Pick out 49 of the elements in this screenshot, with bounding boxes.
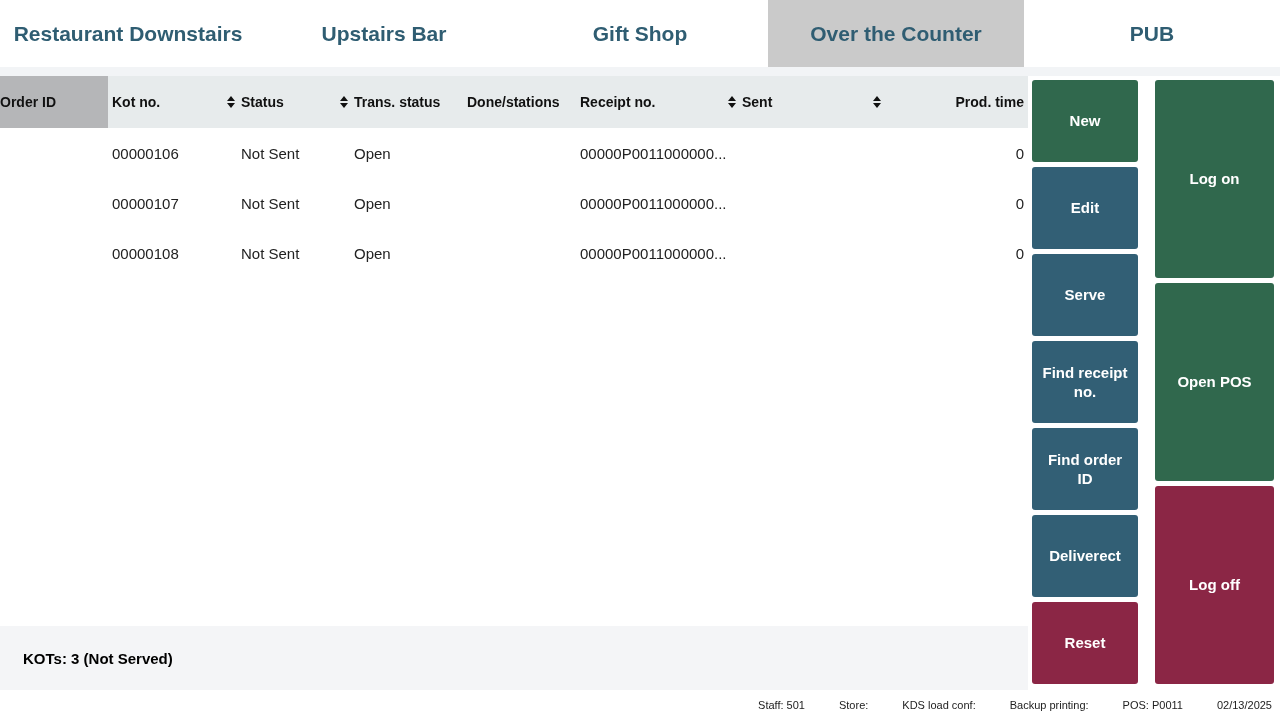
sort-icon[interactable] — [728, 96, 736, 108]
table-cell: 00000106 — [112, 144, 179, 162]
column-header[interactable]: Done/stations — [463, 76, 576, 128]
table-cell: 0 — [1015, 244, 1024, 262]
action-button[interactable]: Reset — [1032, 602, 1138, 684]
action-button[interactable]: Edit — [1032, 167, 1138, 249]
tab[interactable]: Upstairs Bar — [256, 0, 512, 67]
table-cell: 00000P0011000000... — [580, 144, 727, 162]
status-item: Staff: 501 — [758, 699, 805, 711]
table-cell: Not Sent — [241, 144, 300, 162]
column-header[interactable]: Sent — [738, 76, 883, 128]
action-button[interactable]: Find order ID — [1032, 428, 1138, 510]
status-item: POS: P0011 — [1122, 699, 1183, 711]
action-button[interactable]: Find receipt no. — [1032, 341, 1138, 423]
column-header[interactable]: Status — [237, 76, 350, 128]
column-header[interactable]: Prod. time — [883, 76, 1028, 128]
sort-icon[interactable] — [873, 96, 881, 108]
tab[interactable]: Over the Counter — [768, 0, 1024, 67]
tab[interactable]: Gift Shop — [512, 0, 768, 67]
kot-count: KOTs: 3 (Not Served) — [23, 649, 173, 667]
action-button[interactable]: Deliverect — [1032, 515, 1138, 597]
column-header[interactable]: Receipt no. — [576, 76, 738, 128]
table-cell: 00000P0011000000... — [580, 194, 727, 212]
sort-icon[interactable] — [227, 96, 235, 108]
session-button[interactable]: Log on — [1155, 80, 1274, 278]
session-button[interactable]: Open POS — [1155, 283, 1274, 481]
action-button[interactable]: New — [1032, 80, 1138, 162]
table-cell: Not Sent — [241, 194, 300, 212]
status-item: Backup printing: — [1009, 699, 1089, 711]
table-cell: 00000P0011000000... — [580, 244, 727, 262]
table-cell: Open — [354, 194, 391, 212]
status-item: 02/13/2025 — [1216, 699, 1272, 711]
tab[interactable]: Restaurant Downstairs — [0, 0, 256, 67]
table-cell: Not Sent — [241, 244, 300, 262]
session-button[interactable]: Log off — [1155, 486, 1274, 684]
table-cell: 0 — [1015, 144, 1024, 162]
table-cell: Open — [354, 144, 391, 162]
table-cell: 00000107 — [112, 194, 179, 212]
table-cell: Open — [354, 244, 391, 262]
sort-icon[interactable] — [340, 96, 348, 108]
table-cell: 0 — [1015, 194, 1024, 212]
action-button[interactable]: Serve — [1032, 254, 1138, 336]
column-header[interactable]: Order ID — [0, 76, 108, 128]
tab[interactable]: PUB — [1024, 0, 1280, 67]
column-header[interactable]: Kot no. — [108, 76, 237, 128]
column-header[interactable]: Trans. status — [350, 76, 463, 128]
status-item: Store: — [838, 699, 869, 711]
table-cell: 00000108 — [112, 244, 179, 262]
status-item: KDS load conf: — [902, 699, 976, 711]
